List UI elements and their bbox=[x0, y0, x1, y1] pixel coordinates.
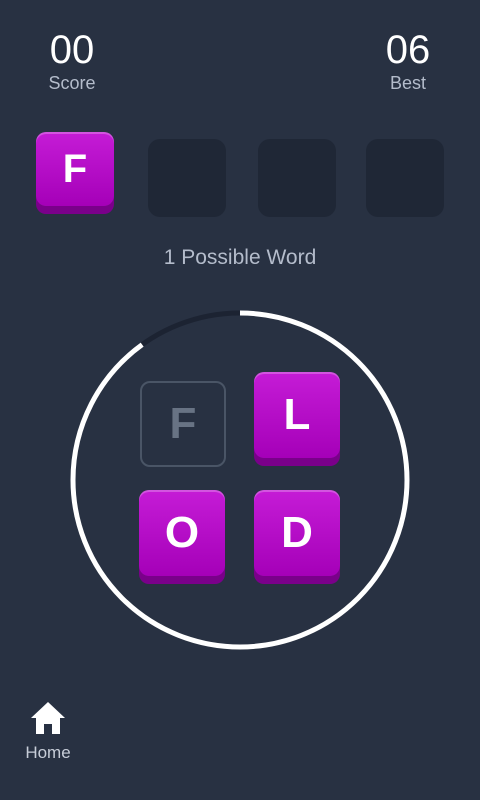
best-value: 06 bbox=[385, 28, 431, 72]
best-score-display: 06 Best bbox=[376, 28, 440, 94]
home-icon bbox=[31, 702, 65, 734]
letter-tile-f[interactable]: F bbox=[140, 381, 226, 467]
possible-words-count: 1 Possible Word bbox=[163, 246, 317, 269]
answer-slot-2 bbox=[148, 139, 226, 217]
home-label: Home bbox=[25, 743, 71, 762]
answer-tile-1[interactable]: F bbox=[36, 132, 114, 206]
best-label: Best bbox=[389, 73, 427, 93]
answer-slot-3 bbox=[258, 139, 336, 217]
score-value: 00 bbox=[49, 28, 95, 72]
letter-tile-l[interactable]: L bbox=[254, 372, 340, 458]
timer-ring-progress bbox=[70, 310, 410, 650]
score-display: 00 Score bbox=[40, 28, 104, 94]
letter-tile-o[interactable]: O bbox=[139, 490, 225, 576]
score-label: Score bbox=[48, 73, 96, 93]
timer-ring bbox=[70, 310, 410, 650]
home-button[interactable]: Home bbox=[18, 700, 78, 763]
answer-slot-4 bbox=[366, 139, 444, 217]
letter-tile-d[interactable]: D bbox=[254, 490, 340, 576]
